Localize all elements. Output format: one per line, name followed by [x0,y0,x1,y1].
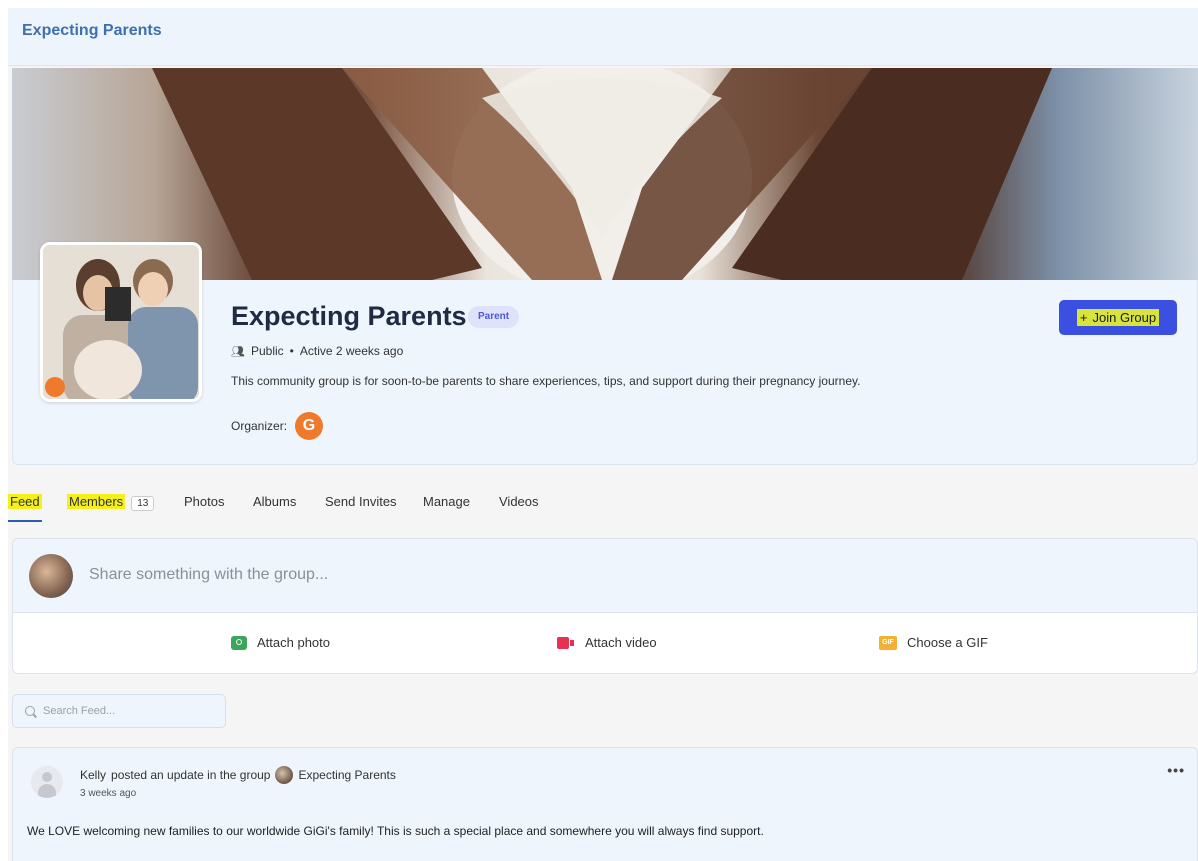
tab-photos[interactable]: Photos [184,494,224,522]
composer-input-area[interactable]: Share something with the group... [13,539,1197,613]
tab-photos-label: Photos [184,494,225,509]
join-group-button[interactable]: + Join Group [1059,300,1177,335]
meta-separator: • [289,344,294,358]
tab-members-label: Members [67,494,126,509]
tab-videos-label: Videos [499,494,539,509]
plus-icon: + [1079,310,1088,325]
join-group-label: Join Group [1092,310,1157,325]
group-avatar [40,242,202,402]
tab-albums-label: Albums [253,494,297,509]
attach-video-button[interactable]: Attach video [557,635,657,650]
avatar-logo-icon [45,377,65,397]
organizer-avatar-icon[interactable]: G [295,412,324,440]
join-group-button-content: + Join Group [1076,309,1160,326]
group-tabs: Feed Members 13 Photos Albums Send Invite… [8,486,1198,522]
choose-gif-label: Choose a GIF [907,635,988,650]
post-timestamp[interactable]: 3 weeks ago [80,788,136,799]
attach-photo-label: Attach photo [257,635,330,650]
tab-feed-label: Feed [8,494,42,509]
group-mini-avatar [275,766,294,784]
tab-send-invites-label: Send Invites [325,494,397,509]
share-input[interactable]: Share something with the group... [89,566,328,584]
author-avatar[interactable] [31,766,63,798]
group-meta: 👥︎ Public • Active 2 weeks ago [231,344,403,358]
tab-manage-label: Manage [423,494,470,509]
search-feed-input[interactable]: Search Feed... [12,694,226,728]
tab-send-invites[interactable]: Send Invites [325,494,397,522]
tab-members[interactable]: Members 13 [67,494,155,522]
tab-manage[interactable]: Manage [423,494,470,522]
post-header: Kelly posted an update in the group Expe… [80,766,396,784]
page: Expecting Parents Expecting Parents Pare… [8,8,1198,861]
page-title: Expecting Parents [22,22,162,39]
user-avatar [29,554,73,598]
post-composer: Share something with the group... Attach… [12,538,1198,674]
group-description: This community group is for soon-to-be p… [231,374,861,388]
privacy-label: Public [250,344,284,358]
group-type-badge: Parent [468,306,520,328]
post-body: We LOVE welcoming new families to our wo… [27,824,764,838]
organizer-row: Organizer: G [231,412,324,440]
feed-post: Kelly posted an update in the group Expe… [12,747,1198,861]
more-options-icon[interactable]: ••• [1167,762,1185,778]
group-name: Expecting Parents [231,301,467,331]
post-action: posted an update in the group [111,768,271,782]
tab-videos[interactable]: Videos [499,494,539,522]
tab-albums[interactable]: Albums [253,494,296,522]
gif-icon: GIF [879,635,897,650]
couple-photo-image [43,245,199,399]
search-placeholder: Search Feed... [43,705,116,717]
search-icon [25,706,35,716]
video-camera-icon [557,636,575,649]
tab-feed[interactable]: Feed [8,494,42,522]
attach-video-label: Attach video [585,635,657,650]
activity-label: Active 2 weeks ago [299,344,404,358]
post-author[interactable]: Kelly [80,768,106,782]
camera-icon [231,635,247,650]
post-group-link[interactable]: Expecting Parents [298,768,395,782]
people-icon: 👥︎ [231,345,245,358]
organizer-label: Organizer: [231,419,288,433]
title-bar: Expecting Parents [8,8,1198,66]
attach-photo-button[interactable]: Attach photo [231,635,330,650]
choose-gif-button[interactable]: GIF Choose a GIF [879,635,988,650]
members-count-badge: 13 [131,496,155,511]
